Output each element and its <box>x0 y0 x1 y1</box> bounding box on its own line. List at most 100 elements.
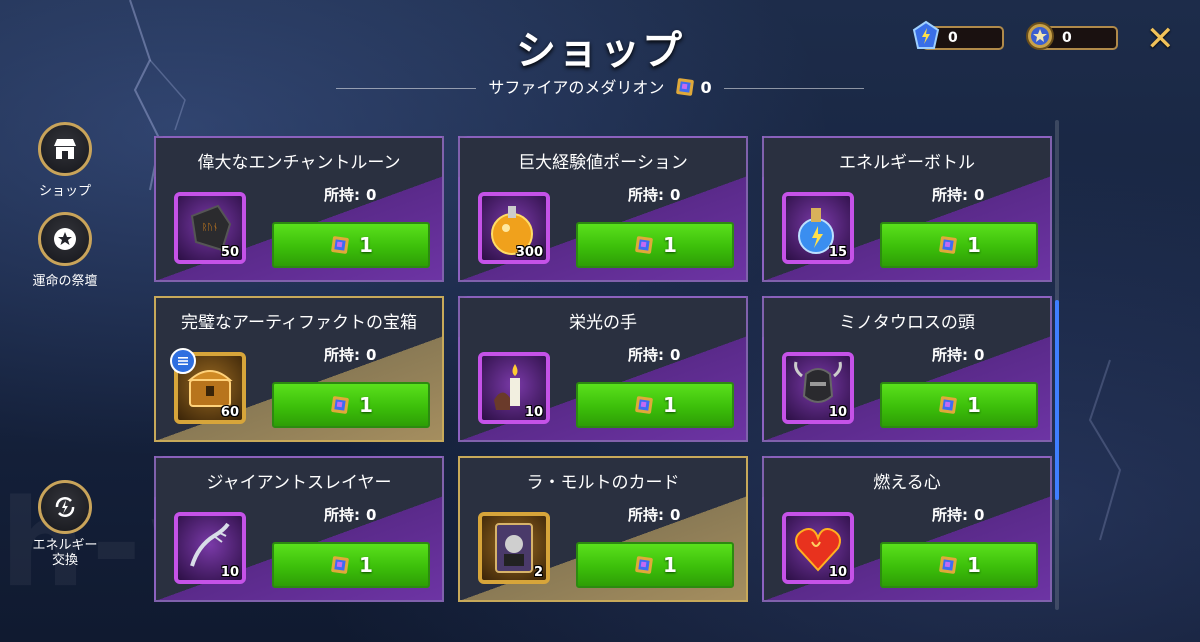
owned-count: 所持: 0 <box>324 504 376 525</box>
price: 1 <box>663 393 677 417</box>
owned-value: 0 <box>974 346 985 364</box>
item-quantity: 60 <box>220 405 239 420</box>
close-icon[interactable]: ✕ <box>1146 22 1175 56</box>
energy-exchange-icon <box>38 480 92 534</box>
la-morte-card-icon[interactable]: 2 <box>478 512 550 584</box>
shop-item-card: 燃える心 所持: 0 10 1 <box>762 456 1052 602</box>
shop-item-card: ラ・モルトのカード 所持: 0 2 1 <box>458 456 748 602</box>
medallion-subtitle: サファイアのメダリオン 0 <box>0 74 1200 102</box>
price: 1 <box>663 233 677 257</box>
medal-value: 0 <box>1062 30 1072 46</box>
item-quantity: 10 <box>828 565 847 580</box>
item-quantity: 10 <box>828 405 847 420</box>
star-medal-icon <box>1024 20 1056 58</box>
xp-potion-icon[interactable]: 300 <box>478 192 550 264</box>
item-quantity: 2 <box>533 565 543 580</box>
medallion-icon <box>939 236 957 254</box>
item-name: 巨大経験値ポーション <box>518 153 688 173</box>
buy-button[interactable]: 1 <box>272 382 430 428</box>
price: 1 <box>359 233 373 257</box>
item-name: エネルギーボトル <box>839 153 975 173</box>
medal-currency: 0 <box>1026 22 1118 50</box>
owned-count: 所持: 0 <box>324 344 376 365</box>
buy-button[interactable]: 1 <box>576 222 734 268</box>
energy-bottle-icon[interactable]: 15 <box>782 192 854 264</box>
price: 1 <box>359 553 373 577</box>
owned-count: 所持: 0 <box>324 184 376 205</box>
item-name: ラ・モルトのカード <box>526 473 680 493</box>
sapphire-medallion-icon <box>674 76 696 102</box>
owned-label: 所持: <box>324 346 360 364</box>
owned-value: 0 <box>974 506 985 524</box>
price: 1 <box>663 553 677 577</box>
buy-button[interactable]: 1 <box>576 382 734 428</box>
medallion-icon <box>635 236 653 254</box>
divider <box>723 88 864 89</box>
owned-value: 0 <box>366 506 377 524</box>
medallion-icon <box>635 396 653 414</box>
shop-item-card: 巨大経験値ポーション 所持: 0 300 1 <box>458 136 748 282</box>
price: 1 <box>359 393 373 417</box>
item-quantity: 15 <box>828 245 847 260</box>
owned-label: 所持: <box>324 186 360 204</box>
minotaur-head-icon[interactable]: 10 <box>782 352 854 424</box>
medallion-icon <box>939 556 957 574</box>
shop-icon <box>38 122 92 176</box>
owned-count: 所持: 0 <box>932 504 984 525</box>
owned-count: 所持: 0 <box>932 184 984 205</box>
sidebar-item-altar[interactable]: 運命の祭壇 <box>20 212 110 289</box>
owned-count: 所持: 0 <box>628 504 680 525</box>
medallion-icon <box>635 556 653 574</box>
medallion-icon <box>939 396 957 414</box>
price: 1 <box>967 233 981 257</box>
owned-label: 所持: <box>932 506 968 524</box>
item-name: 偉大なエンチャントルーン <box>197 153 401 173</box>
price: 1 <box>967 553 981 577</box>
owned-value: 0 <box>974 186 985 204</box>
buy-button[interactable]: 1 <box>576 542 734 588</box>
shop-item-card: 完璧なアーティファクトの宝箱 所持: 0 60 1 <box>154 296 444 442</box>
item-quantity: 10 <box>220 565 239 580</box>
sidebar-item-energy-exchange[interactable]: エネルギー 交換 <box>20 480 110 568</box>
sidebar-label-shop: ショップ <box>38 184 91 199</box>
buy-button[interactable]: 1 <box>880 222 1038 268</box>
item-quantity: 50 <box>220 245 239 260</box>
rune-icon[interactable]: ᚱᚢᚾ 50 <box>174 192 246 264</box>
owned-label: 所持: <box>932 346 968 364</box>
buy-button[interactable]: 1 <box>272 542 430 588</box>
medallion-icon <box>331 396 349 414</box>
hand-of-glory-icon[interactable]: 10 <box>478 352 550 424</box>
list-info-icon[interactable] <box>170 348 196 374</box>
item-name: ミノタウロスの頭 <box>839 313 975 333</box>
shop-item-card: ジャイアントスレイヤー 所持: 0 10 1 <box>154 456 444 602</box>
scrollbar-thumb[interactable] <box>1055 300 1059 500</box>
medallion-icon <box>331 556 349 574</box>
buy-button[interactable]: 1 <box>880 382 1038 428</box>
buy-button[interactable]: 1 <box>272 222 430 268</box>
energy-value: 0 <box>948 30 958 46</box>
giant-slayer-icon[interactable]: 10 <box>174 512 246 584</box>
item-name: ジャイアントスレイヤー <box>206 473 392 493</box>
item-quantity: 10 <box>524 405 543 420</box>
owned-label: 所持: <box>628 186 664 204</box>
owned-count: 所持: 0 <box>628 344 680 365</box>
owned-value: 0 <box>670 346 681 364</box>
sidebar-item-shop[interactable]: ショップ <box>20 122 110 199</box>
owned-value: 0 <box>670 506 681 524</box>
energy-currency: 0 <box>912 20 1004 50</box>
shop-item-card: エネルギーボトル 所持: 0 15 1 <box>762 136 1052 282</box>
owned-value: 0 <box>670 186 681 204</box>
energy-gem-icon <box>910 20 942 58</box>
sidebar-label-energy-exchange: エネルギー 交換 <box>32 538 98 568</box>
item-name: 栄光の手 <box>569 313 637 333</box>
buy-button[interactable]: 1 <box>880 542 1038 588</box>
burning-heart-icon[interactable]: 10 <box>782 512 854 584</box>
owned-count: 所持: 0 <box>628 184 680 205</box>
owned-value: 0 <box>366 186 377 204</box>
item-name: 完璧なアーティファクトの宝箱 <box>181 313 417 333</box>
owned-label: 所持: <box>932 186 968 204</box>
star-badge-icon <box>38 212 92 266</box>
owned-label: 所持: <box>628 506 664 524</box>
price: 1 <box>967 393 981 417</box>
owned-label: 所持: <box>324 506 360 524</box>
